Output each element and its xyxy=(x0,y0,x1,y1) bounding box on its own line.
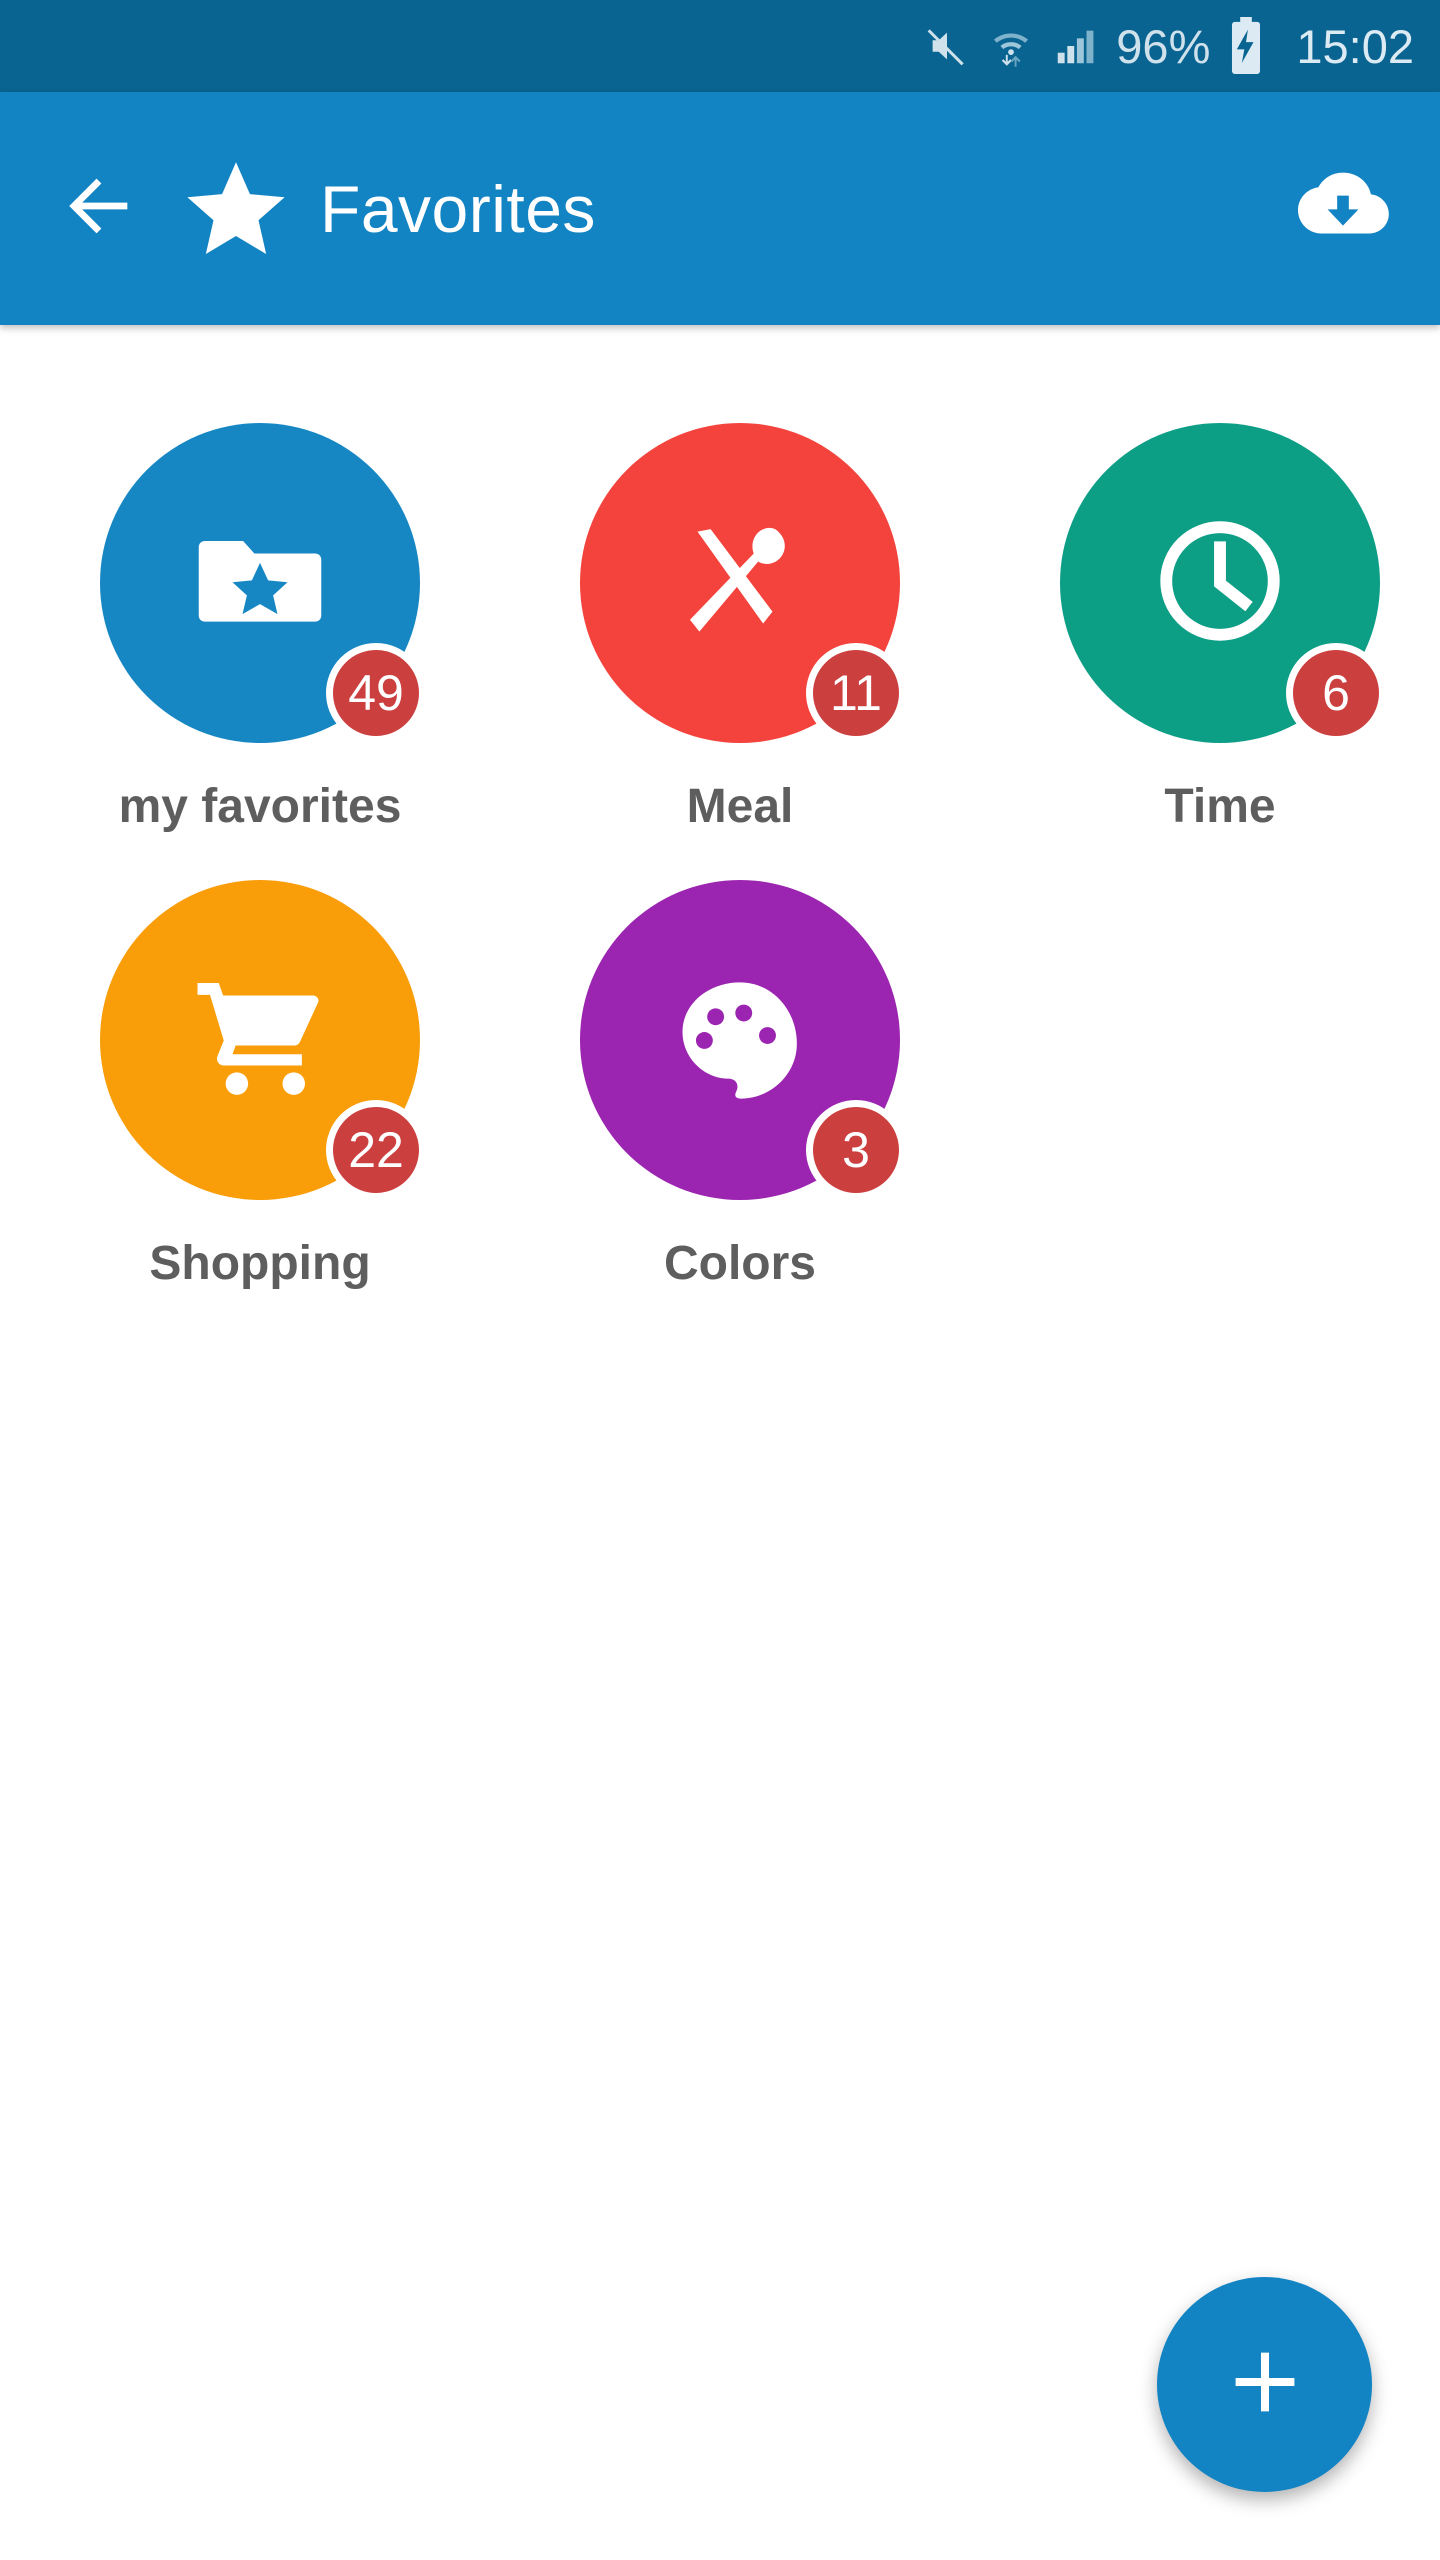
shopping-cart-icon xyxy=(185,963,335,1118)
category-label: Meal xyxy=(686,780,794,833)
cloud-download-icon xyxy=(1293,156,1393,261)
category-badge: 3 xyxy=(806,1100,906,1200)
category-label: Shopping xyxy=(149,1237,371,1290)
page-title: Favorites xyxy=(320,171,596,246)
plus-icon xyxy=(1223,2340,1307,2429)
cellular-signal-icon xyxy=(1052,23,1098,69)
status-bar: 96% 15:02 xyxy=(0,0,1440,92)
status-bar-icons: 96% 15:02 xyxy=(924,17,1414,75)
category-item-time[interactable]: 6 Time xyxy=(1000,423,1440,834)
category-badge: 49 xyxy=(326,643,426,743)
category-label: my favorites xyxy=(118,780,402,833)
category-item-colors[interactable]: 3 Colors xyxy=(520,880,960,1291)
folder-star-icon xyxy=(185,506,335,661)
palette-icon xyxy=(665,963,815,1118)
category-badge: 6 xyxy=(1286,643,1386,743)
category-item-shopping[interactable]: 22 Shopping xyxy=(40,880,480,1291)
category-item-meal[interactable]: 11 Meal xyxy=(520,423,960,834)
battery-charging-icon xyxy=(1228,17,1264,75)
category-badge: 11 xyxy=(806,643,906,743)
cutlery-icon xyxy=(665,506,815,661)
arrow-left-icon xyxy=(59,165,141,252)
category-circle-wrap: 11 xyxy=(580,423,906,743)
content-area: 49 my favorites 11 Meal 6 Time 22 Shoppi… xyxy=(0,325,1440,2560)
wifi-icon xyxy=(988,23,1034,69)
status-bar-clock: 15:02 xyxy=(1296,19,1414,73)
category-circle-wrap: 22 xyxy=(100,880,426,1200)
add-button[interactable] xyxy=(1157,2277,1372,2492)
category-circle-wrap: 3 xyxy=(580,880,906,1200)
category-label: Time xyxy=(1164,780,1276,833)
category-grid: 49 my favorites 11 Meal 6 Time 22 Shoppi… xyxy=(0,325,1440,1337)
back-button[interactable] xyxy=(54,163,146,255)
category-badge: 22 xyxy=(326,1100,426,1200)
category-label: Colors xyxy=(663,1237,816,1290)
battery-percent-label: 96% xyxy=(1116,19,1211,73)
star-icon xyxy=(182,155,290,263)
category-item-my-favorites[interactable]: 49 my favorites xyxy=(40,423,480,834)
category-circle-wrap: 49 xyxy=(100,423,426,743)
mute-icon xyxy=(924,23,970,69)
category-circle-wrap: 6 xyxy=(1060,423,1386,743)
clock-icon xyxy=(1145,506,1295,661)
cloud-download-button[interactable] xyxy=(1288,154,1398,264)
app-bar: Favorites xyxy=(0,92,1440,325)
